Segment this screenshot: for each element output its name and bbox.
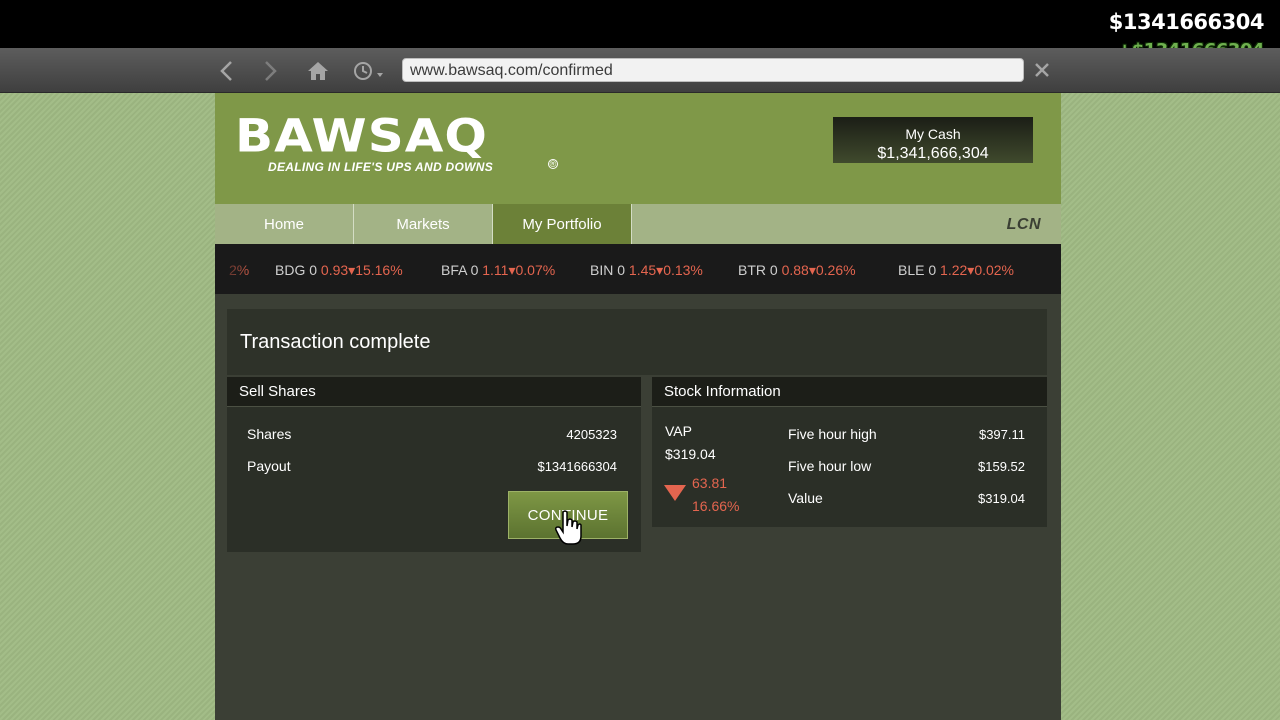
close-icon[interactable]	[1030, 58, 1054, 82]
stock-information-heading: Stock Information	[652, 377, 1047, 407]
forward-arrow-icon[interactable]	[257, 58, 283, 84]
site-header: BAWSAQ ® DEALING IN LIFE'S UPS AND DOWNS…	[215, 93, 1061, 204]
my-cash-label: My Cash	[905, 126, 961, 142]
shares-value: 4205323	[566, 427, 617, 442]
history-clock-icon[interactable]	[350, 58, 388, 84]
bawsaq-page: BAWSAQ ® DEALING IN LIFE'S UPS AND DOWNS…	[215, 93, 1061, 720]
url-field[interactable]: www.bawsaq.com/confirmed	[402, 58, 1024, 82]
hud-cash: $1341666304	[1108, 10, 1265, 34]
browser-toolbar: www.bawsaq.com/confirmed	[0, 48, 1280, 93]
ticker-fade-right	[1011, 244, 1061, 294]
five-hour-high-value: $397.11	[978, 427, 1025, 442]
bawsaq-logo[interactable]: BAWSAQ	[235, 114, 488, 159]
my-cash-box: My Cash $1,341,666,304	[833, 117, 1033, 163]
home-icon[interactable]	[305, 58, 331, 84]
registered-mark: ®	[548, 159, 558, 169]
hand-cursor-icon	[555, 510, 583, 551]
price-change-percent: 16.66%	[692, 498, 740, 514]
stock-information-panel: Stock Information VAP $319.04 63.81 16.6…	[652, 377, 1047, 527]
value-label: Value	[788, 490, 823, 506]
tab-markets[interactable]: Markets	[354, 204, 493, 244]
stock-ticker: 2% BDG 0 0.93▾15.16% BFA 0 1.11▾0.07% BI…	[215, 244, 1061, 294]
top-black-bar	[0, 0, 1280, 48]
ticker-item: BDG 0 0.93▾15.16%	[275, 262, 403, 278]
ticker-item: BTR 0 0.88▾0.26%	[738, 262, 856, 278]
page-title: Transaction complete	[240, 331, 431, 353]
transaction-panel: Transaction complete	[227, 309, 1047, 375]
ticker-fade-left	[215, 244, 255, 294]
five-hour-low-label: Five hour low	[788, 458, 872, 474]
tab-my-portfolio[interactable]: My Portfolio	[493, 204, 632, 244]
value-value: $319.04	[978, 491, 1025, 506]
stock-price: $319.04	[665, 446, 716, 462]
lcn-logo: LCN	[1006, 216, 1041, 233]
five-hour-high-label: Five hour high	[788, 426, 877, 442]
payout-label: Payout	[247, 458, 291, 474]
five-hour-low-value: $159.52	[978, 459, 1025, 474]
payout-value: $1341666304	[537, 459, 617, 474]
price-down-icon	[664, 485, 686, 501]
ticker-item: BIN 0 1.45▾0.13%	[590, 262, 703, 278]
price-change: 63.81	[692, 475, 728, 491]
shares-label: Shares	[247, 426, 292, 442]
ticker-item: BLE 0 1.22▾0.02%	[898, 262, 1015, 278]
tab-home[interactable]: Home	[215, 204, 354, 244]
ticker-item: BFA 0 1.11▾0.07%	[441, 262, 556, 278]
nav-tabs: Home Markets My Portfolio LCN	[215, 204, 1061, 244]
my-cash-value: $1,341,666,304	[877, 145, 989, 162]
tagline: DEALING IN LIFE'S UPS AND DOWNS	[268, 160, 494, 174]
stock-symbol: VAP	[665, 423, 692, 439]
back-arrow-icon[interactable]	[214, 58, 240, 84]
sell-shares-heading: Sell Shares	[227, 377, 641, 407]
